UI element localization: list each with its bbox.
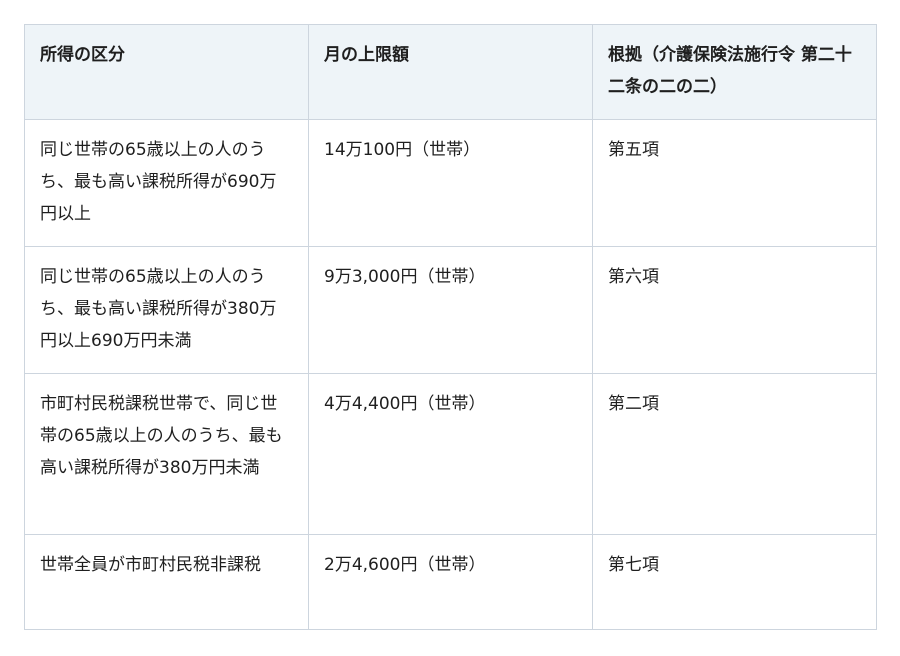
header-monthly-limit: 月の上限額 [308,24,593,120]
cell-legal-basis: 第五項 [592,119,877,247]
table-row: 市町村民税課税世帯で、同じ世帯の65歳以上の人のうち、最も高い課税所得が380万… [24,373,877,535]
table-row: 同じ世帯の65歳以上の人のうち、最も高い課税所得が690万円以上 14万100円… [24,119,877,247]
header-legal-basis: 根拠（介護保険法施行令 第二十二条の二の二） [592,24,877,120]
cell-income-category: 世帯全員が市町村民税非課税 [24,534,309,630]
copay-limit-table: 所得の区分 月の上限額 根拠（介護保険法施行令 第二十二条の二の二） 同じ世帯の… [24,24,877,630]
table-container: 所得の区分 月の上限額 根拠（介護保険法施行令 第二十二条の二の二） 同じ世帯の… [24,24,877,630]
header-income-category: 所得の区分 [24,24,309,120]
table-body: 同じ世帯の65歳以上の人のうち、最も高い課税所得が690万円以上 14万100円… [24,119,877,630]
cell-legal-basis: 第六項 [592,246,877,374]
cell-income-category: 市町村民税課税世帯で、同じ世帯の65歳以上の人のうち、最も高い課税所得が380万… [24,373,309,535]
cell-monthly-limit: 14万100円（世帯） [308,119,593,247]
table-row: 同じ世帯の65歳以上の人のうち、最も高い課税所得が380万円以上690万円未満 … [24,246,877,374]
cell-income-category: 同じ世帯の65歳以上の人のうち、最も高い課税所得が690万円以上 [24,119,309,247]
cell-monthly-limit: 4万4,400円（世帯） [308,373,593,535]
header-row: 所得の区分 月の上限額 根拠（介護保険法施行令 第二十二条の二の二） [24,24,877,120]
cell-income-category: 同じ世帯の65歳以上の人のうち、最も高い課税所得が380万円以上690万円未満 [24,246,309,374]
cell-monthly-limit: 9万3,000円（世帯） [308,246,593,374]
cell-legal-basis: 第二項 [592,373,877,535]
cell-legal-basis: 第七項 [592,534,877,630]
cell-monthly-limit: 2万4,600円（世帯） [308,534,593,630]
table-row: 世帯全員が市町村民税非課税 2万4,600円（世帯） 第七項 [24,534,877,630]
table-header: 所得の区分 月の上限額 根拠（介護保険法施行令 第二十二条の二の二） [24,24,877,120]
